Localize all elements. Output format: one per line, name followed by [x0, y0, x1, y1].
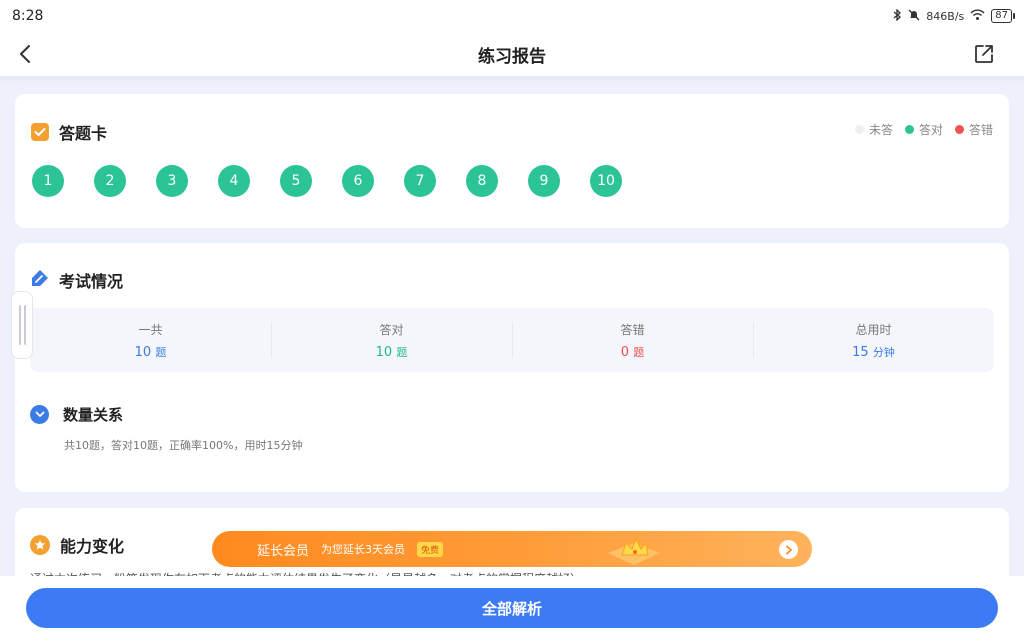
legend-label: 答对: [918, 123, 943, 137]
section-toggle[interactable]: 数量关系: [30, 404, 123, 425]
free-badge: 免费: [417, 541, 444, 557]
page-title: 练习报告: [478, 46, 546, 67]
stat-label: 总用时: [855, 322, 892, 337]
chevron-right-icon: [779, 540, 798, 559]
stat-label: 一共: [138, 322, 163, 337]
view-all-analysis-button[interactable]: 全部解析: [26, 588, 998, 628]
answer-card-header: 答题卡: [31, 120, 107, 144]
chevron-left-icon: [20, 45, 30, 63]
legend-dot: [954, 125, 964, 134]
status-bar: 8:28 846B/s 87: [0, 0, 1024, 32]
question-bubble-7[interactable]: 7: [404, 165, 436, 197]
question-bubble-9[interactable]: 9: [528, 165, 560, 197]
stat-number: 10: [375, 344, 393, 360]
section-title: 数量关系: [63, 406, 124, 424]
question-list: 1 2 3 4 5 6 7 8 9 10: [32, 165, 622, 197]
legend-label: 未答: [868, 123, 893, 137]
stat-unit: 题: [155, 345, 167, 359]
bluetooth-icon: [892, 7, 902, 24]
app-header: 练习报告: [0, 32, 1024, 76]
side-drag-handle[interactable]: [11, 291, 33, 359]
exam-card-header: 考试情况: [31, 268, 123, 292]
question-bubble-6[interactable]: 6: [342, 165, 374, 197]
stat-unit: 分钟: [872, 345, 895, 359]
stat-label: 答对: [379, 322, 404, 337]
back-button[interactable]: [14, 42, 38, 66]
ability-card-title: 能力变化: [60, 537, 125, 556]
stat-value: 0 题: [621, 344, 644, 360]
ability-card-header: 能力变化: [30, 533, 124, 557]
stat-unit: 题: [633, 345, 645, 359]
pen-icon: [31, 269, 49, 291]
stat-value: 10 题: [135, 344, 167, 360]
question-bubble-2[interactable]: 2: [94, 165, 126, 197]
legend-label: 答错: [968, 123, 993, 137]
stat-number: 0: [620, 344, 630, 360]
share-button[interactable]: [972, 42, 996, 66]
status-time: 8:28: [12, 8, 44, 24]
handle-line: [23, 305, 26, 345]
crown-gift-icon: [604, 533, 664, 567]
legend-dot: [854, 125, 864, 134]
legend-item-unanswered: 未答: [854, 121, 893, 138]
stat-value: 15 分钟: [852, 344, 895, 360]
bottom-bar: 全部解析: [0, 576, 1024, 640]
star-icon: [30, 535, 50, 555]
answer-card: 答题卡 未答 答对 答错 1 2 3 4 5 6 7 8 9 10: [15, 94, 1009, 228]
checkbox-icon: [31, 123, 49, 141]
question-bubble-8[interactable]: 8: [466, 165, 498, 197]
handle-line: [18, 305, 21, 345]
question-bubble-3[interactable]: 3: [156, 165, 188, 197]
stat-correct: 答对 10 题: [271, 308, 512, 372]
wifi-icon: [970, 9, 985, 24]
legend-item-correct: 答对: [904, 121, 943, 138]
exam-card: 考试情况 一共 10 题 答对 10 题 答错 0 题 总用时 15 分钟 数量…: [15, 243, 1009, 492]
legend-dot: [904, 125, 914, 134]
vip-banner-subtitle: 为您延长3天会员: [321, 543, 406, 556]
mute-bell-icon: [908, 9, 920, 24]
stat-time: 总用时 15 分钟: [753, 308, 994, 372]
stat-number: 15: [852, 344, 869, 360]
header-shadow: [0, 76, 1024, 84]
stat-total: 一共 10 题: [30, 308, 271, 372]
answer-legend: 未答 答对 答错: [854, 121, 993, 138]
question-bubble-1[interactable]: 1: [32, 165, 64, 197]
question-bubble-5[interactable]: 5: [280, 165, 312, 197]
stat-value: 10 题: [376, 344, 408, 360]
question-bubble-4[interactable]: 4: [218, 165, 250, 197]
stat-label: 答错: [620, 322, 645, 337]
exam-card-title: 考试情况: [59, 272, 124, 291]
chevron-down-icon: [30, 405, 49, 424]
vip-banner-title: 延长会员: [257, 543, 310, 559]
stat-unit: 题: [396, 345, 408, 359]
stat-wrong: 答错 0 题: [512, 308, 753, 372]
vip-banner[interactable]: 延长会员 为您延长3天会员 免费: [212, 531, 812, 567]
exam-stats: 一共 10 题 答对 10 题 答错 0 题 总用时 15 分钟: [30, 308, 994, 372]
section-summary: 共10题，答对10题，正确率100%，用时15分钟: [64, 439, 303, 452]
status-icons: 846B/s 87: [892, 7, 1015, 24]
answer-card-title: 答题卡: [59, 124, 108, 143]
question-bubble-10[interactable]: 10: [590, 165, 622, 197]
stat-number: 10: [134, 344, 152, 360]
battery-indicator: 87: [991, 9, 1015, 23]
network-speed: 846B/s: [926, 9, 965, 23]
share-external-icon: [975, 45, 993, 63]
legend-item-wrong: 答错: [954, 121, 993, 138]
